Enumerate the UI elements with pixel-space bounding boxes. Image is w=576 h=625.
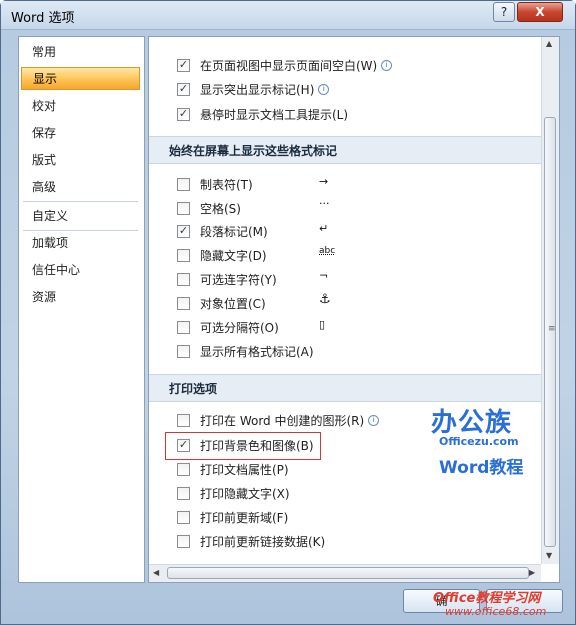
- window-title: Word 选项: [11, 11, 75, 26]
- info-icon[interactable]: i: [368, 414, 380, 426]
- option-row[interactable]: 可选连字符(Y): [177, 270, 277, 288]
- nav-item-customize[interactable]: 自定义: [21, 205, 140, 228]
- optional-hyphens-checkbox[interactable]: [177, 272, 190, 286]
- vertical-scrollbar[interactable]: ▲ ≡ ▼: [541, 37, 559, 564]
- scroll-thumb[interactable]: ≡: [544, 117, 556, 547]
- show-whitespace-checkbox[interactable]: [177, 58, 190, 72]
- option-row[interactable]: 显示所有格式标记(A): [177, 342, 314, 360]
- option-row[interactable]: 隐藏文字(D): [177, 246, 267, 264]
- option-row[interactable]: 打印背景色和图像(B): [177, 436, 314, 454]
- option-row[interactable]: 可选分隔符(O): [177, 318, 279, 336]
- nav-item-advanced[interactable]: 高级: [21, 176, 140, 199]
- print-drawings-checkbox[interactable]: [177, 413, 190, 427]
- nav-item-addins[interactable]: 加载项: [21, 232, 140, 255]
- print-options-section-header: 打印选项: [149, 374, 541, 402]
- option-label: 制表符(T): [200, 177, 253, 192]
- tab-symbol-icon: →: [319, 175, 329, 188]
- space-marks-checkbox[interactable]: [177, 201, 190, 215]
- print-background-checkbox[interactable]: [177, 438, 190, 452]
- tab-marks-checkbox[interactable]: [177, 177, 190, 191]
- watermark-site: Officezu.com: [439, 435, 519, 448]
- object-anchors-checkbox[interactable]: [177, 296, 190, 310]
- option-row[interactable]: 打印前更新域(F): [177, 508, 288, 526]
- site-watermark: Office教程学习网: [433, 591, 541, 606]
- paragraph-symbol-icon: ↵: [319, 222, 329, 235]
- nav-item-resources[interactable]: 资源: [21, 286, 140, 309]
- option-label: 打印在 Word 中创建的图形(R): [200, 413, 365, 428]
- section-title: 始终在屏幕上显示这些格式标记: [169, 144, 338, 158]
- show-all-marks-checkbox[interactable]: [177, 344, 190, 358]
- paragraph-marks-checkbox[interactable]: [177, 224, 190, 238]
- show-highlight-checkbox[interactable]: [177, 82, 190, 96]
- option-row[interactable]: 打印隐藏文字(X): [177, 484, 290, 502]
- option-row[interactable]: 显示突出显示标记(H) i: [177, 80, 330, 98]
- option-label: 隐藏文字(D): [200, 248, 267, 263]
- option-label: 打印文档属性(P): [200, 462, 289, 477]
- update-links-checkbox[interactable]: [177, 534, 190, 548]
- anchor-icon: ⚓: [319, 292, 331, 307]
- section-title: 打印选项: [169, 382, 218, 396]
- option-row[interactable]: 对象位置(C): [177, 294, 266, 312]
- options-content: 在页面视图中显示页面间空白(W) i 显示突出显示标记(H) i 悬停时显示文档…: [148, 36, 560, 583]
- option-label: 打印背景色和图像(B): [200, 438, 314, 453]
- nav-divider: [23, 201, 138, 202]
- nav-item-save[interactable]: 保存: [21, 122, 140, 145]
- hidden-text-symbol-icon: abc: [319, 246, 336, 256]
- print-properties-checkbox[interactable]: [177, 462, 190, 476]
- option-label: 打印前更新链接数据(K): [200, 534, 326, 549]
- options-nav: 常用 显示 校对 保存 版式 高级 自定义 加载项 信任中心 资源: [18, 36, 145, 583]
- scroll-left-icon[interactable]: ◀: [153, 568, 159, 577]
- grip-icon: ≡: [548, 324, 556, 334]
- nav-item-trust-center[interactable]: 信任中心: [21, 259, 140, 282]
- help-button[interactable]: ?: [493, 2, 515, 22]
- option-row[interactable]: 打印文档属性(P): [177, 460, 289, 478]
- nav-item-layout[interactable]: 版式: [21, 149, 140, 172]
- option-label: 在页面视图中显示页面间空白(W): [200, 58, 378, 73]
- title-bar: Word 选项 ? X: [1, 1, 575, 30]
- scroll-thumb[interactable]: [167, 567, 529, 579]
- scroll-right-icon[interactable]: ▶: [529, 568, 535, 577]
- option-label: 可选连字符(Y): [200, 272, 277, 287]
- scroll-up-icon[interactable]: ▲: [546, 39, 552, 48]
- show-tooltips-checkbox[interactable]: [177, 107, 190, 121]
- option-label: 悬停时显示文档工具提示(L): [200, 107, 349, 122]
- option-row[interactable]: 空格(S): [177, 199, 241, 217]
- nav-divider: [23, 230, 138, 231]
- info-icon[interactable]: i: [381, 59, 393, 71]
- print-hidden-text-checkbox[interactable]: [177, 486, 190, 500]
- option-row[interactable]: 悬停时显示文档工具提示(L): [177, 105, 348, 123]
- option-label: 显示突出显示标记(H): [200, 82, 315, 97]
- option-label: 可选分隔符(O): [200, 320, 279, 335]
- horizontal-scrollbar[interactable]: ◀ ▶: [149, 564, 541, 582]
- hidden-text-checkbox[interactable]: [177, 248, 190, 262]
- scroll-down-icon[interactable]: ▼: [546, 551, 552, 560]
- option-row[interactable]: 段落标记(M): [177, 222, 268, 240]
- nav-item-proofing[interactable]: 校对: [21, 95, 140, 118]
- option-label: 对象位置(C): [200, 296, 266, 311]
- space-symbol-icon: ···: [319, 197, 330, 210]
- option-label: 打印隐藏文字(X): [200, 486, 290, 501]
- info-icon[interactable]: i: [318, 83, 330, 95]
- nav-item-display[interactable]: 显示: [21, 67, 140, 90]
- option-row[interactable]: 打印在 Word 中创建的图形(R) i: [177, 411, 380, 429]
- close-button[interactable]: X: [517, 2, 563, 22]
- format-marks-section-header: 始终在屏幕上显示这些格式标记: [149, 136, 541, 164]
- hyphen-symbol-icon: ¬: [319, 269, 329, 282]
- option-label: 段落标记(M): [200, 224, 268, 239]
- option-row[interactable]: 制表符(T): [177, 175, 253, 193]
- nav-item-common[interactable]: 常用: [21, 41, 140, 64]
- option-row[interactable]: 打印前更新链接数据(K): [177, 532, 325, 550]
- optional-breaks-checkbox[interactable]: [177, 320, 190, 334]
- watermark-word: Word教程: [439, 458, 524, 478]
- break-symbol-icon: ▯: [319, 318, 326, 331]
- site-watermark-url: www.office68.com: [445, 605, 547, 618]
- watermark-logo: 办公族: [431, 408, 513, 438]
- update-fields-checkbox[interactable]: [177, 510, 190, 524]
- option-row[interactable]: 在页面视图中显示页面间空白(W) i: [177, 56, 393, 74]
- option-label: 显示所有格式标记(A): [200, 344, 314, 359]
- word-options-dialog: Word 选项 ? X 常用 显示 校对 保存 版式 高级 自定义 加载项 信任…: [0, 0, 576, 625]
- option-label: 空格(S): [200, 201, 241, 216]
- option-label: 打印前更新域(F): [200, 510, 289, 525]
